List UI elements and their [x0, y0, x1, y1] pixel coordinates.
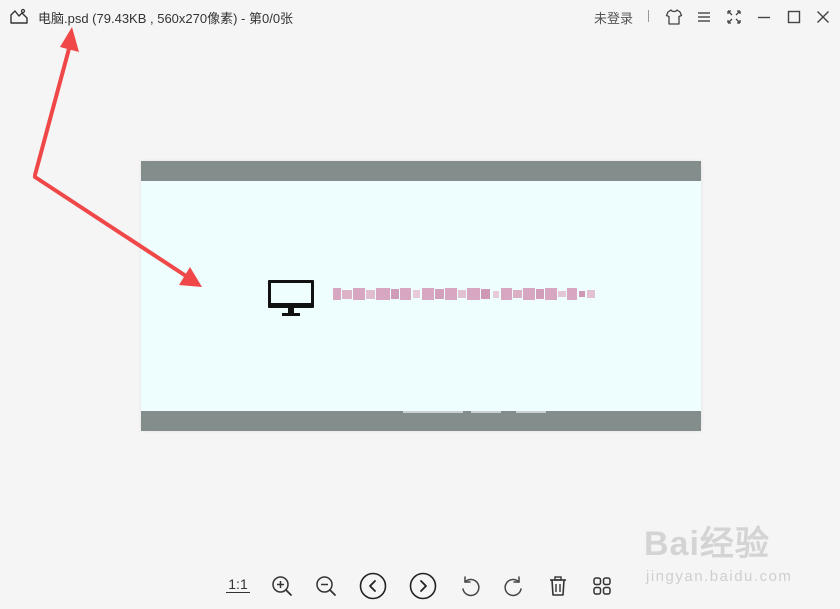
- minimize-icon[interactable]: [755, 8, 773, 26]
- delete-icon[interactable]: [543, 571, 573, 601]
- preview-bottom-band: [141, 411, 701, 431]
- zoom-in-icon[interactable]: [267, 571, 297, 601]
- title-bar: 电脑.psd (79.43KB , 560x270像素) - 第0/0张 未登录: [0, 0, 840, 34]
- watermark-url: jingyan.baidu.com: [646, 568, 793, 585]
- monitor-icon: [267, 279, 315, 319]
- pixelated-caption: [333, 285, 597, 303]
- close-icon[interactable]: [814, 8, 832, 26]
- maximize-icon[interactable]: [785, 8, 803, 26]
- app-icon: [9, 7, 29, 25]
- zoom-out-icon[interactable]: [311, 571, 341, 601]
- rotate-right-icon[interactable]: [499, 571, 529, 601]
- rotate-left-icon[interactable]: [455, 571, 485, 601]
- watermark-logo: Bai经验: [644, 525, 770, 563]
- skin-icon[interactable]: [665, 8, 683, 26]
- previous-icon[interactable]: [358, 571, 388, 601]
- actual-size-button[interactable]: 1:1: [226, 576, 250, 593]
- login-link[interactable]: 未登录: [594, 8, 633, 27]
- toolbar-divider: [648, 10, 649, 22]
- menu-icon[interactable]: [695, 8, 713, 26]
- thumbnails-icon[interactable]: [587, 571, 617, 601]
- next-icon[interactable]: [408, 571, 438, 601]
- preview-top-band: [141, 161, 701, 181]
- window-title: 电脑.psd (79.43KB , 560x270像素) - 第0/0张: [38, 11, 294, 26]
- image-preview[interactable]: [141, 161, 701, 431]
- fullscreen-icon[interactable]: [725, 8, 743, 26]
- baidu-jingyan-watermark: Bai经验 jingyan.baidu.com: [640, 516, 840, 596]
